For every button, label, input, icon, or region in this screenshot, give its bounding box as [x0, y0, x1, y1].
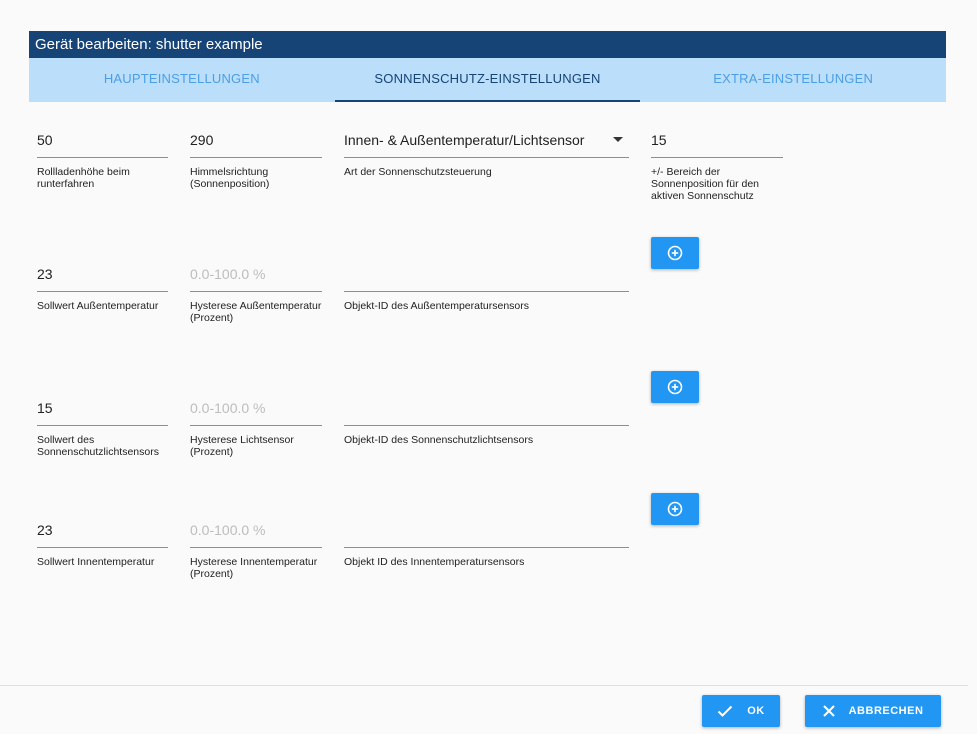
- light-sensor-object-id-field: Objekt-ID des Sonnenschutzlichtsensors: [344, 398, 629, 446]
- add-circle-icon: [667, 501, 683, 517]
- indoor-temp-hysteresis-field: 0.0-100.0 % Hysterese Innentemperatur (P…: [190, 520, 322, 580]
- direction-field: 290 Himmelsrichtung (Sonnenposition): [190, 130, 322, 190]
- dialog-title: Gerät bearbeiten: shutter example: [29, 31, 946, 58]
- light-sensor-hysteresis-field: 0.0-100.0 % Hysterese Lichtsensor (Proze…: [190, 398, 322, 458]
- outdoor-temp-hysteresis-label: Hysterese Außentemperatur (Prozent): [190, 300, 322, 324]
- ok-button-label: OK: [747, 705, 765, 717]
- outdoor-temp-hysteresis-field: 0.0-100.0 % Hysterese Außentemperatur (P…: [190, 264, 322, 324]
- indoor-temp-hysteresis-input[interactable]: 0.0-100.0 %: [190, 520, 322, 548]
- sun-range-field: 15 +/- Bereich der Sonnenposition für de…: [651, 130, 783, 202]
- direction-input[interactable]: 290: [190, 130, 322, 158]
- sun-range-label: +/- Bereich der Sonnenposition für den a…: [651, 166, 759, 202]
- outdoor-temp-setpoint-label: Sollwert Außentemperatur: [37, 300, 159, 312]
- indoor-temp-object-id-input[interactable]: [344, 520, 629, 548]
- add-outdoor-temp-object-button[interactable]: [651, 237, 699, 269]
- indoor-temp-setpoint-field: 23 Sollwert Innentemperatur: [37, 520, 168, 568]
- add-indoor-temp-object-button[interactable]: [651, 493, 699, 525]
- sun-range-input[interactable]: 15: [651, 130, 783, 158]
- footer-divider: [0, 685, 968, 686]
- cancel-button[interactable]: ABBRECHEN: [805, 695, 941, 727]
- outdoor-temp-object-id-field: Objekt-ID des Außentemperatursensors: [344, 264, 629, 312]
- outdoor-temp-hysteresis-input[interactable]: 0.0-100.0 %: [190, 264, 322, 292]
- light-sensor-hysteresis-input[interactable]: 0.0-100.0 %: [190, 398, 322, 426]
- indoor-temp-setpoint-input[interactable]: 23: [37, 520, 168, 548]
- tab-extra-einstellungen[interactable]: EXTRA-EINSTELLUNGEN: [640, 58, 946, 102]
- outdoor-temp-setpoint-input[interactable]: 23: [37, 264, 168, 292]
- tab-sonnenschutz-einstellungen[interactable]: SONNENSCHUTZ-EINSTELLUNGEN: [334, 58, 641, 102]
- add-circle-icon: [667, 379, 683, 395]
- dropdown-arrow-icon: [613, 137, 623, 142]
- light-sensor-object-id-input[interactable]: [344, 398, 629, 426]
- direction-label: Himmelsrichtung (Sonnenposition): [190, 166, 270, 190]
- tab-bar: HAUPTEINSTELLUNGEN SONNENSCHUTZ-EINSTELL…: [29, 58, 946, 102]
- ok-button[interactable]: OK: [702, 695, 780, 727]
- light-sensor-hysteresis-label: Hysterese Lichtsensor (Prozent): [190, 434, 294, 458]
- outdoor-temp-object-id-label: Objekt-ID des Außentemperatursensors: [344, 300, 530, 312]
- indoor-temp-object-id-field: Objekt ID des Innentemperatursensors: [344, 520, 629, 568]
- control-type-field: Innen- & Außentemperatur/Lichtsensor Art…: [344, 130, 629, 178]
- shutter-height-field: 50 Rollladenhöhe beim runterfahren: [37, 130, 168, 190]
- shutter-height-input[interactable]: 50: [37, 130, 168, 158]
- check-icon: [718, 705, 733, 717]
- add-circle-icon: [667, 245, 683, 261]
- light-sensor-object-id-label: Objekt-ID des Sonnenschutzlichtsensors: [344, 434, 534, 446]
- close-icon: [822, 705, 835, 717]
- control-type-label: Art der Sonnenschutzsteuerung: [344, 166, 492, 178]
- outdoor-temp-setpoint-field: 23 Sollwert Außentemperatur: [37, 264, 168, 312]
- control-type-select[interactable]: Innen- & Außentemperatur/Lichtsensor: [344, 130, 629, 158]
- indoor-temp-setpoint-label: Sollwert Innentemperatur: [37, 556, 155, 568]
- shutter-height-label: Rollladenhöhe beim runterfahren: [37, 166, 130, 190]
- light-sensor-setpoint-field: 15 Sollwert des Sonnenschutzlichtsensors: [37, 398, 168, 458]
- control-type-value: Innen- & Außentemperatur/Lichtsensor: [344, 130, 629, 158]
- add-light-sensor-object-button[interactable]: [651, 371, 699, 403]
- cancel-button-label: ABBRECHEN: [848, 705, 924, 717]
- light-sensor-setpoint-label: Sollwert des Sonnenschutzlichtsensors: [37, 434, 159, 458]
- indoor-temp-object-id-label: Objekt ID des Innentemperatursensors: [344, 556, 525, 568]
- tab-haupteinstellungen[interactable]: HAUPTEINSTELLUNGEN: [29, 58, 335, 102]
- outdoor-temp-object-id-input[interactable]: [344, 264, 629, 292]
- indoor-temp-hysteresis-label: Hysterese Innentemperatur (Prozent): [190, 556, 318, 580]
- light-sensor-setpoint-input[interactable]: 15: [37, 398, 168, 426]
